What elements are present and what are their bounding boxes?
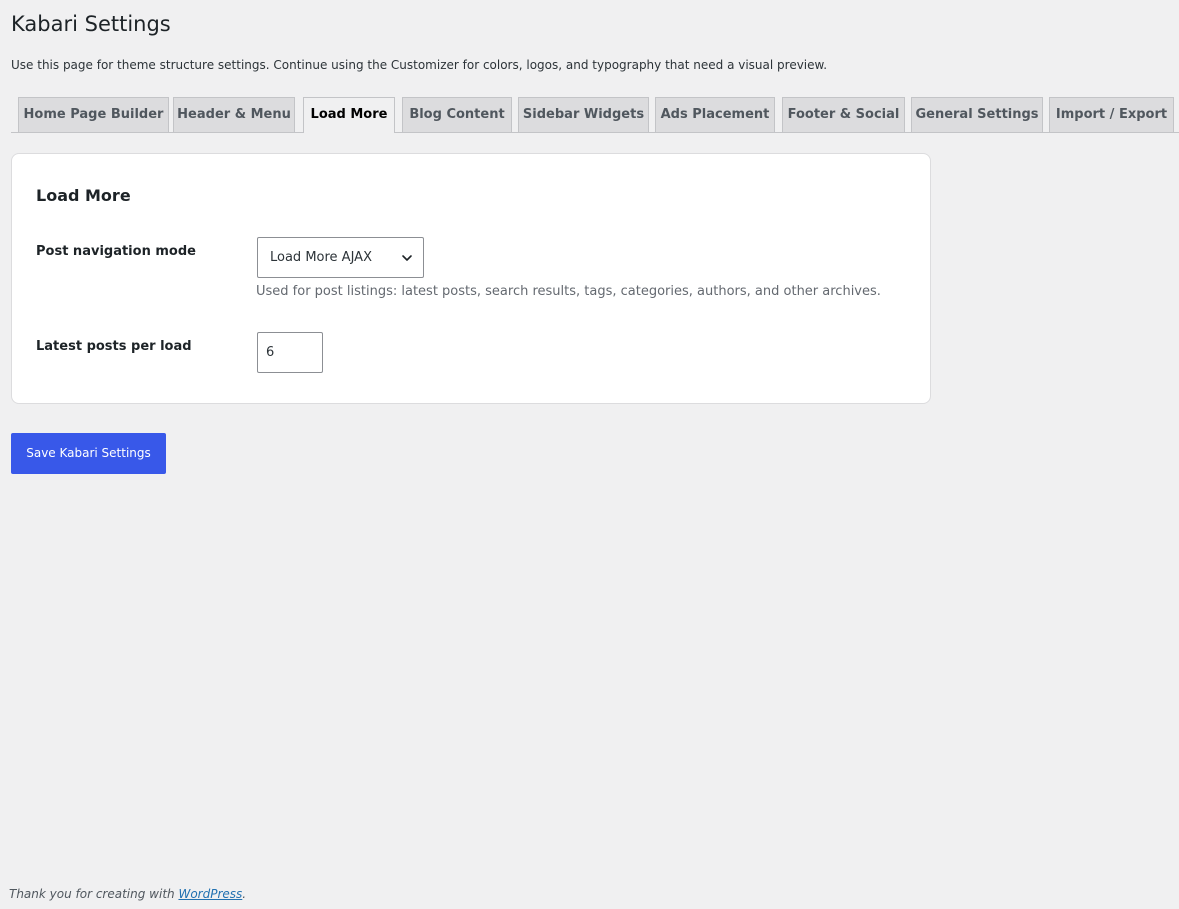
post-navigation-mode-value: Load More AJAX — [270, 250, 372, 265]
footer-suffix: . — [242, 887, 247, 901]
tab-footer-social[interactable]: Footer & Social — [782, 97, 905, 132]
page-description: Use this page for theme structure settin… — [11, 58, 828, 72]
tab-load-more[interactable]: Load More — [303, 97, 395, 133]
tab-import-export[interactable]: Import / Export — [1049, 97, 1174, 132]
chevron-down-icon — [402, 255, 412, 261]
posts-per-load-label: Latest posts per load — [36, 339, 192, 354]
tab-ads-placement[interactable]: Ads Placement — [655, 97, 775, 132]
post-navigation-mode-help: Used for post listings: latest posts, se… — [256, 284, 881, 299]
tab-blog-content[interactable]: Blog Content — [402, 97, 512, 132]
settings-page: Kabari Settings Use this page for theme … — [0, 0, 1179, 909]
post-navigation-mode-label: Post navigation mode — [36, 244, 196, 259]
footer-text: Thank you for creating with — [9, 887, 179, 901]
wordpress-link[interactable]: WordPress — [178, 887, 242, 901]
save-settings-button[interactable]: Save Kabari Settings — [11, 433, 166, 474]
page-title: Kabari Settings — [11, 12, 171, 36]
tab-general-settings[interactable]: General Settings — [911, 97, 1043, 132]
section-title: Load More — [36, 186, 131, 205]
load-more-settings-card: Load More Post navigation mode Load More… — [11, 153, 931, 404]
posts-per-load-input[interactable]: 6 — [257, 332, 323, 373]
tab-header-menu[interactable]: Header & Menu — [173, 97, 295, 132]
admin-footer: Thank you for creating with WordPress. — [9, 886, 246, 902]
tab-home-page-builder[interactable]: Home Page Builder — [18, 97, 169, 132]
post-navigation-mode-select[interactable]: Load More AJAX — [257, 237, 424, 278]
tab-sidebar-widgets[interactable]: Sidebar Widgets — [518, 97, 649, 132]
settings-tab-bar: Home Page Builder Header & Menu Load Mor… — [11, 97, 1179, 133]
